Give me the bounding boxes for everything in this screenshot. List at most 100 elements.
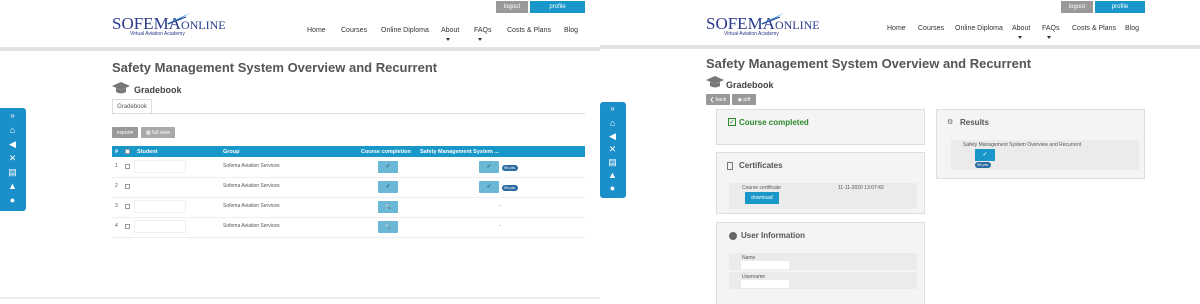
- row-number: 2: [115, 183, 118, 189]
- expand-icon[interactable]: »: [7, 111, 18, 121]
- name-row: Name: [729, 253, 917, 270]
- pdf-button[interactable]: ◉ pdf: [732, 94, 756, 105]
- tools-icon[interactable]: ✕: [607, 144, 618, 154]
- nav-about[interactable]: About: [1012, 25, 1030, 32]
- result-row: Safety Management System Overview and Re…: [951, 140, 1139, 170]
- table-row: 3 Sofema Aviation Services 🔍 -: [112, 198, 585, 218]
- download-button[interactable]: download: [745, 192, 779, 204]
- megaphone-icon[interactable]: ◀: [607, 131, 618, 141]
- score-badge: 98 pts.: [975, 162, 992, 168]
- logout-button[interactable]: logout: [496, 1, 528, 13]
- export-button[interactable]: export ▾: [112, 127, 138, 138]
- plane-icon: [166, 13, 190, 25]
- row-group: Sofema Aviation Services: [223, 223, 280, 229]
- nav-online-diploma[interactable]: Online Diploma: [955, 25, 1003, 32]
- score-badge: 98 pts.: [502, 185, 519, 191]
- course-completion-button[interactable]: 🔍: [378, 201, 398, 213]
- nav-blog[interactable]: Blog: [1125, 25, 1139, 32]
- sms-result-button[interactable]: ✓: [479, 181, 499, 193]
- back-label: back: [715, 96, 727, 103]
- profile-button[interactable]: profile: [530, 1, 585, 13]
- column-course-completion[interactable]: Course completion: [361, 149, 411, 155]
- score-badge: 98 pts.: [502, 165, 519, 171]
- chevron-down-icon: [1018, 36, 1022, 39]
- column-group[interactable]: Group: [223, 149, 240, 155]
- nav-faqs[interactable]: FAQs: [1042, 25, 1060, 32]
- row-checkbox[interactable]: [125, 184, 130, 189]
- select-all-checkbox[interactable]: [125, 149, 130, 154]
- plane-icon: [760, 13, 784, 25]
- result-check-button[interactable]: ✓: [975, 149, 995, 161]
- tab-gradebook[interactable]: Gradebook: [112, 99, 152, 113]
- graduation-cap-icon[interactable]: ▲: [607, 170, 618, 180]
- nav-online-diploma[interactable]: Online Diploma: [381, 27, 429, 34]
- graduation-cap-icon: [112, 82, 130, 94]
- back-button[interactable]: ❮ back: [706, 94, 730, 105]
- home-icon[interactable]: ⌂: [607, 118, 618, 128]
- gradebook-heading: Gradebook: [134, 85, 182, 95]
- header-divider: [0, 47, 600, 51]
- user-info-title: User Information: [741, 231, 806, 240]
- certificate-row: Course certificate 11-11-2020 13:07:43 d…: [729, 183, 917, 209]
- chevron-down-icon: [1047, 36, 1051, 39]
- course-completed-label: Course completed: [739, 118, 809, 127]
- nav-blog[interactable]: Blog: [564, 27, 578, 34]
- no-result-dash: -: [499, 223, 501, 229]
- graduation-cap-icon[interactable]: ▲: [7, 181, 18, 191]
- nav-courses[interactable]: Courses: [918, 25, 944, 32]
- chevron-down-icon: [446, 38, 450, 41]
- puzzle-icon: ⚙: [947, 119, 954, 126]
- no-result-dash: -: [499, 203, 501, 209]
- student-report-panel: logout profile SOFEMAONLINE Virtual Avia…: [600, 0, 1200, 304]
- row-checkbox[interactable]: [125, 204, 130, 209]
- logo-tagline: Virtual Aviation Academy: [724, 31, 779, 37]
- row-group: Sofema Aviation Services: [223, 183, 280, 189]
- full-view-label: full view: [152, 129, 170, 136]
- table-header: # Student Group Course completion Safety…: [112, 146, 585, 157]
- full-view-button[interactable]: ▦ full view: [141, 127, 175, 138]
- username-row: Username: [729, 272, 917, 289]
- nav-faqs[interactable]: FAQs: [474, 27, 492, 34]
- column-student[interactable]: Student: [137, 149, 157, 155]
- footer-divider: [0, 297, 600, 299]
- tab-divider: [112, 113, 585, 114]
- logo-tagline: Virtual Aviation Academy: [130, 31, 185, 37]
- nav-courses[interactable]: Courses: [341, 27, 367, 34]
- nav-home[interactable]: Home: [307, 27, 326, 34]
- certificate-icon: [727, 162, 733, 170]
- nav-about[interactable]: About: [441, 27, 459, 34]
- student-name-redacted: [134, 160, 186, 173]
- document-icon[interactable]: ▤: [7, 167, 18, 177]
- course-completion-button[interactable]: 🔍: [378, 221, 398, 233]
- user-information-card: User Information Name Username: [716, 222, 925, 304]
- expand-icon[interactable]: »: [607, 104, 618, 114]
- document-icon[interactable]: ▤: [607, 157, 618, 167]
- users-icon[interactable]: ●: [607, 183, 618, 193]
- site-logo[interactable]: SOFEMAONLINE Virtual Aviation Academy: [112, 13, 226, 41]
- row-checkbox[interactable]: [125, 164, 130, 169]
- users-icon[interactable]: ●: [7, 195, 18, 205]
- row-checkbox[interactable]: [125, 224, 130, 229]
- profile-button[interactable]: profile: [1095, 1, 1145, 13]
- nav-costs-plans[interactable]: Costs & Plans: [507, 27, 551, 34]
- home-icon[interactable]: ⌂: [7, 125, 18, 135]
- site-logo[interactable]: SOFEMAONLINE Virtual Aviation Academy: [706, 13, 820, 41]
- table-row: 4 Sofema Aviation Services 🔍 -: [112, 218, 585, 238]
- nav-home[interactable]: Home: [887, 25, 906, 32]
- course-completed-card: ✓ Course completed: [716, 109, 925, 145]
- row-number: 3: [115, 203, 118, 209]
- sms-result-button[interactable]: ✓: [479, 161, 499, 173]
- tools-icon[interactable]: ✕: [7, 153, 18, 163]
- logout-button[interactable]: logout: [1061, 1, 1093, 13]
- export-label: export: [116, 129, 131, 136]
- nav-costs-plans[interactable]: Costs & Plans: [1072, 25, 1116, 32]
- course-completion-button[interactable]: ✓: [378, 181, 398, 193]
- course-completion-button[interactable]: ✓: [378, 161, 398, 173]
- row-number: 4: [115, 223, 118, 229]
- column-sms[interactable]: Safety Management System ...: [420, 149, 499, 155]
- results-title: Results: [960, 118, 989, 127]
- result-name: Safety Management System Overview and Re…: [963, 142, 1082, 148]
- side-toolbar: » ⌂ ◀ ✕ ▤ ▲ ●: [0, 108, 26, 211]
- megaphone-icon[interactable]: ◀: [7, 139, 18, 149]
- name-value-redacted: [741, 261, 789, 269]
